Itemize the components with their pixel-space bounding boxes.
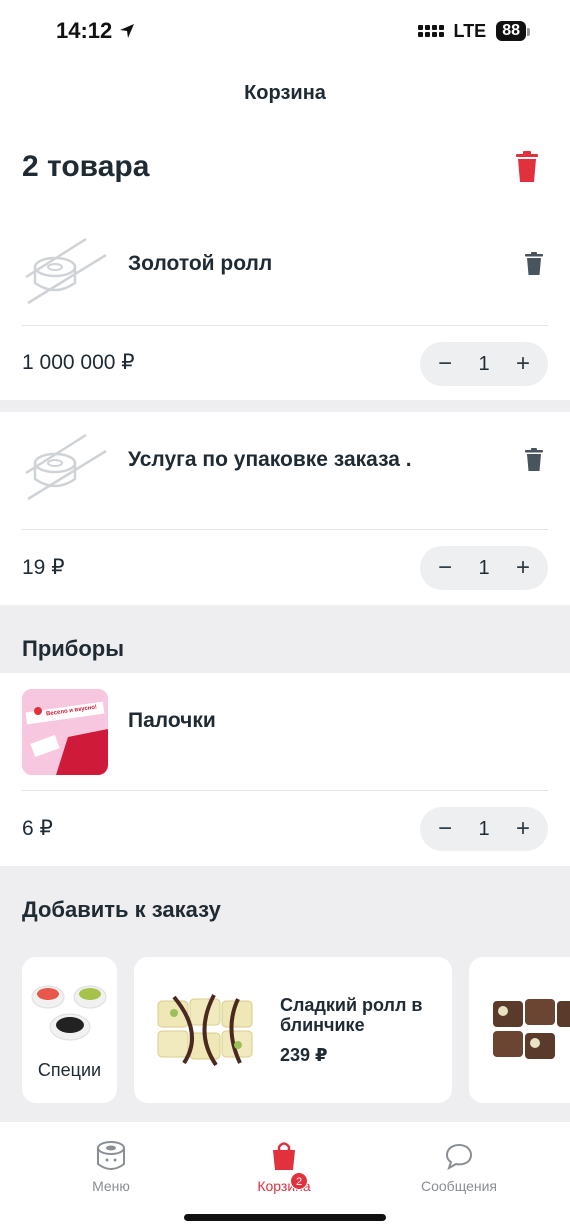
item-name: Золотой ролл	[128, 252, 273, 275]
tab-label: Сообщения	[421, 1178, 497, 1194]
cart-badge: 2	[290, 1172, 308, 1190]
bag-icon	[273, 1142, 295, 1170]
addon-card[interactable]: Специи	[22, 957, 117, 1103]
addon-card[interactable]	[469, 957, 570, 1103]
addon-card[interactable]: Сладкий ролл в блинчике 239 ₽	[134, 957, 452, 1103]
cart-item: Услуга по упаковке заказа . 19 ₽ − 1 +	[0, 412, 570, 605]
tab-menu[interactable]: Меню	[51, 1138, 171, 1194]
addons-section-title: Добавить к заказу	[22, 897, 221, 922]
page-title: Корзина	[244, 82, 326, 104]
addon-name: Специи	[37, 1060, 102, 1080]
chopsticks-image: Весело и вкусно!	[22, 689, 108, 775]
item-price: 1 000 000 ₽	[22, 351, 135, 374]
item-price: 19 ₽	[22, 556, 65, 579]
sushi-icon	[97, 1141, 125, 1170]
clock: 14:12	[56, 18, 113, 43]
cart-count: 2 товара	[22, 150, 150, 183]
spices-image	[31, 985, 107, 1041]
divider	[22, 325, 548, 326]
quantity-value: 1	[478, 817, 490, 840]
battery-icon: 88	[496, 21, 530, 41]
cart-item: Золотой ролл 1 000 000 ₽ − 1 +	[0, 220, 570, 400]
roll-placeholder-icon	[22, 428, 108, 514]
separator-band	[0, 400, 570, 412]
status-bar: 14:12 LTE 88	[0, 0, 570, 62]
tab-label: Меню	[92, 1178, 130, 1194]
signal-icon	[417, 25, 444, 37]
trash-icon	[516, 151, 538, 182]
trash-icon	[525, 252, 543, 275]
chat-bubble-icon	[445, 1143, 473, 1170]
cutlery-section-title: Приборы	[22, 636, 125, 661]
quantity-stepper: − 1 +	[420, 546, 548, 590]
location-arrow-icon	[120, 24, 135, 38]
home-indicator[interactable]	[184, 1214, 386, 1221]
quantity-stepper: − 1 +	[420, 807, 548, 851]
clear-cart-button[interactable]	[514, 151, 540, 183]
divider	[22, 790, 548, 791]
tab-messages[interactable]: Сообщения	[399, 1138, 519, 1194]
quantity-value: 1	[478, 556, 490, 579]
remove-item-button[interactable]	[524, 448, 544, 472]
increase-button[interactable]: +	[512, 817, 534, 841]
addon-price: 239 ₽	[280, 1045, 328, 1065]
divider	[22, 529, 548, 530]
item-price: 6 ₽	[22, 817, 53, 840]
increase-button[interactable]: +	[512, 352, 534, 376]
roll-image	[493, 999, 570, 1059]
addons-carousel[interactable]: Специи Сладкий ролл в блинчике 239 ₽	[0, 942, 570, 1122]
sweet-roll-image	[157, 994, 253, 1067]
decrease-button[interactable]: −	[434, 817, 456, 841]
item-name: Услуга по упаковке заказа .	[128, 448, 412, 471]
status-time: 14:12	[56, 18, 136, 44]
status-indicators: LTE 88	[417, 20, 530, 42]
cart-count-row: 2 товара	[22, 150, 540, 184]
addon-name: Сладкий ролл в блинчике	[280, 995, 423, 1035]
network-label: LTE	[453, 20, 487, 41]
decrease-button[interactable]: −	[434, 352, 456, 376]
remove-item-button[interactable]	[524, 252, 544, 276]
trash-icon	[525, 448, 543, 471]
item-name: Палочки	[128, 709, 216, 732]
tab-cart[interactable]: 2 Корзина	[224, 1138, 344, 1194]
decrease-button[interactable]: −	[434, 556, 456, 580]
roll-placeholder-icon	[22, 232, 108, 318]
quantity-stepper: − 1 +	[420, 342, 548, 386]
quantity-value: 1	[478, 352, 490, 375]
increase-button[interactable]: +	[512, 556, 534, 580]
cutlery-item: Весело и вкусно! Палочки 6 ₽ − 1 +	[0, 673, 570, 866]
